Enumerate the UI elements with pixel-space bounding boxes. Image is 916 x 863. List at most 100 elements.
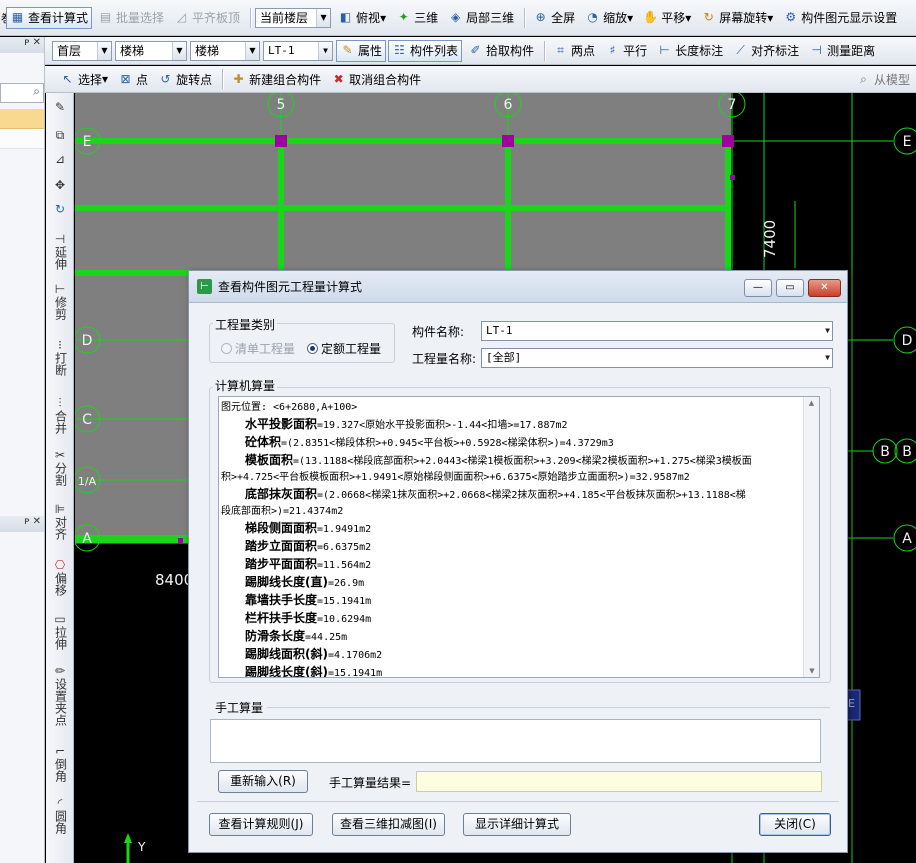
offset-tool[interactable]: ⎔ 偏移 bbox=[48, 559, 72, 599]
calc-line-text: =15.1941m bbox=[317, 596, 372, 607]
calc-line-text: =(2.0668<梯梁1抹灰面积>+2.0668<梯梁2抹灰面积>+4.185<… bbox=[317, 490, 746, 501]
category-select[interactable]: 楼梯 ▼ bbox=[115, 40, 187, 61]
minimize-button[interactable]: — bbox=[744, 279, 772, 297]
type-select[interactable]: 楼梯 ▼ bbox=[190, 40, 260, 61]
current-floor-select[interactable]: 当前楼层 ▼ bbox=[255, 7, 332, 28]
grip-tool[interactable]: ✏ 设置夹点 bbox=[48, 665, 72, 729]
chamfer-tool[interactable]: ⌐ 倒角 bbox=[48, 745, 72, 785]
cancel-group-icon: ✖ bbox=[333, 71, 344, 86]
move-icon[interactable]: ✥ bbox=[48, 179, 72, 192]
length-dim-button[interactable]: ⊢ 长度标注 bbox=[653, 40, 727, 62]
toolbar-separator bbox=[222, 69, 224, 89]
floor-select[interactable]: 首层 ▼ bbox=[52, 40, 112, 61]
radio-quota-qty[interactable]: 定额工程量 bbox=[307, 340, 381, 357]
scroll-up-icon[interactable]: ▲ bbox=[804, 399, 819, 407]
local-3d-icon: ◈ bbox=[450, 10, 461, 24]
vertical-scrollbar[interactable]: ▲ ▼ bbox=[803, 397, 819, 677]
list-icon: ☷ bbox=[394, 43, 405, 57]
calc-line-label: 模板面积 bbox=[245, 453, 294, 467]
select-button[interactable]: ↖ 选择 ▾ bbox=[56, 68, 112, 90]
view-3d-deduction-button[interactable]: 查看三维扣减图(I) bbox=[332, 813, 445, 836]
calc-line: 栏杆扶手长度=10.6294m bbox=[221, 610, 804, 628]
two-points-button[interactable]: ⌗ 两点 bbox=[549, 40, 599, 62]
reinput-button[interactable]: 重新输入(R) bbox=[218, 770, 308, 793]
display-settings-button[interactable]: ⚙ 构件图元显示设置 bbox=[779, 7, 901, 29]
view-rules-button[interactable]: 查看计算规则(J) bbox=[209, 813, 313, 836]
panel-search-input[interactable]: ⌕ bbox=[0, 83, 44, 103]
zoom-button[interactable]: ◔ 缩放 ▾ bbox=[581, 7, 637, 29]
align-dim-button[interactable]: ⟋ 对齐标注 bbox=[729, 40, 803, 62]
toolbar-edit: ↖ 选择 ▾ ⊠ 点 ↺ 旋转点 ✚ 新建组合构件 ✖ 取消组合构件 ⌕ 从模型 bbox=[0, 66, 916, 93]
qty-type-label: 工程量类别 bbox=[213, 316, 278, 333]
calc-line: 踢脚线长度(斜)=15.1941m bbox=[221, 664, 804, 678]
local-3d-button[interactable]: ◈ 局部三维 bbox=[444, 7, 518, 29]
calc-line: 底部抹灰面积=(2.0668<梯梁1抹灰面积>+2.0668<梯梁2抹灰面积>+… bbox=[221, 486, 804, 504]
align-dim-icon: ⟋ bbox=[736, 43, 745, 57]
component-list-button[interactable]: ☷ 构件列表 bbox=[388, 39, 463, 62]
pen-icon[interactable]: ✎ bbox=[48, 101, 72, 114]
left-dock-panel: ᴘ ✕ ⌕ ᴘ ✕ bbox=[0, 37, 45, 863]
full-screen-button[interactable]: ⊕ 全屏 bbox=[529, 7, 579, 29]
pick-component-button[interactable]: ✐ 拾取构件 bbox=[464, 40, 538, 62]
properties-button[interactable]: ✎ 属性 bbox=[336, 39, 387, 62]
chamfer-icon: ⌐ bbox=[54, 744, 66, 758]
point-button[interactable]: ⊠ 点 bbox=[114, 68, 152, 90]
calc-text-area[interactable]: 图元位置: <6+2680,A+100> 水平投影面积=19.327<原始水平投影… bbox=[218, 396, 820, 678]
scroll-down-icon[interactable]: ▼ bbox=[804, 667, 819, 675]
split-icon: ✂ bbox=[54, 448, 66, 462]
batch-select-button[interactable]: ▤ 批量选择 bbox=[94, 7, 168, 29]
trim-icon: ⊢ bbox=[54, 282, 66, 296]
panel-selected-item[interactable] bbox=[0, 109, 44, 129]
qty-name-select[interactable]: [全部] ▼ bbox=[481, 348, 833, 368]
align-slab-button[interactable]: ◿ 平齐板顶 bbox=[170, 7, 244, 29]
calc-line-label: 踢脚线长度(直) bbox=[245, 575, 328, 589]
rotate-icon[interactable]: ↻ bbox=[48, 203, 72, 216]
show-detail-formula-button[interactable]: 显示详细计算式 bbox=[463, 813, 571, 836]
merge-icon: ⫶ bbox=[58, 396, 62, 410]
view-formula-button[interactable]: ▦ 查看计算式 bbox=[6, 6, 93, 29]
calc-line: 梯段侧面面积=1.9491m2 bbox=[221, 520, 804, 538]
extend-icon: ⊣ bbox=[54, 232, 66, 246]
parallel-button[interactable]: ♯ 平行 bbox=[601, 40, 651, 62]
manual-result-field[interactable] bbox=[416, 771, 822, 792]
ucs-axis: Y bbox=[124, 833, 146, 863]
copy-icon[interactable]: ⧉ bbox=[48, 129, 72, 142]
screen-rotate-button[interactable]: ↻ 屏幕旋转 ▾ bbox=[697, 7, 777, 29]
break-tool[interactable]: ⁝ 打断 bbox=[48, 339, 72, 379]
calc-line-text: =4.1706m2 bbox=[327, 650, 383, 661]
trim-tool[interactable]: ⊢ 修剪 bbox=[48, 283, 72, 323]
fillet-tool[interactable]: ◜ 圆角 bbox=[48, 797, 72, 837]
calc-lines: 图元位置: <6+2680,A+100> 水平投影面积=19.327<原始水平投影… bbox=[221, 400, 804, 678]
close-button[interactable]: 关闭(C) bbox=[759, 813, 831, 836]
calc-line-text: =15.1941m bbox=[327, 668, 383, 678]
radio-list-qty[interactable]: 清单工程量 bbox=[221, 340, 295, 357]
maximize-button[interactable]: ▭ bbox=[776, 279, 804, 297]
split-tool[interactable]: ✂ 分割 bbox=[48, 449, 72, 489]
extend-tool[interactable]: ⊣ 延伸 bbox=[48, 233, 72, 273]
component-name-select[interactable]: LT-1 ▼ bbox=[481, 321, 833, 341]
rotate-icon: ↻ bbox=[703, 10, 714, 24]
component-select[interactable]: LT-1 ▼ bbox=[263, 40, 333, 61]
pan-button[interactable]: ✋ 平移 ▾ bbox=[639, 7, 695, 29]
measure-button[interactable]: ⊣ 测量距离 bbox=[805, 40, 879, 62]
align-tool[interactable]: ⊫ 对齐 bbox=[48, 503, 72, 543]
panel-list-item[interactable] bbox=[0, 129, 44, 149]
from-model-button[interactable]: ⌕ 从模型 bbox=[852, 68, 914, 90]
two-points-icon: ⌗ bbox=[557, 43, 564, 57]
top-view-button[interactable]: ◧ 俯视 ▾ bbox=[334, 7, 390, 29]
rotate-point-button[interactable]: ↺ 旋转点 bbox=[154, 68, 216, 90]
new-group-button[interactable]: ✚ 新建组合构件 bbox=[227, 68, 325, 90]
grid-label-top-6: 6 bbox=[504, 97, 513, 113]
chevron-down-icon: ▼ bbox=[316, 8, 331, 27]
merge-tool[interactable]: ⫶ 合并 bbox=[48, 397, 72, 437]
calc-line: 踢脚线长度(直)=26.9m bbox=[221, 574, 804, 592]
mirror-icon[interactable]: ⊿ bbox=[48, 153, 72, 166]
three-d-button[interactable]: ✦ 三维 bbox=[392, 7, 442, 29]
cancel-group-button[interactable]: ✖ 取消组合构件 bbox=[327, 68, 425, 90]
close-window-button[interactable]: ✕ bbox=[808, 279, 841, 297]
stretch-tool[interactable]: ▭ 拉伸 bbox=[48, 613, 72, 653]
batch-select-icon: ▤ bbox=[99, 10, 112, 24]
manual-calc-input[interactable] bbox=[210, 719, 821, 763]
calc-line-text: =10.6294m bbox=[317, 614, 372, 625]
cursor-icon: ↖ bbox=[62, 71, 73, 86]
